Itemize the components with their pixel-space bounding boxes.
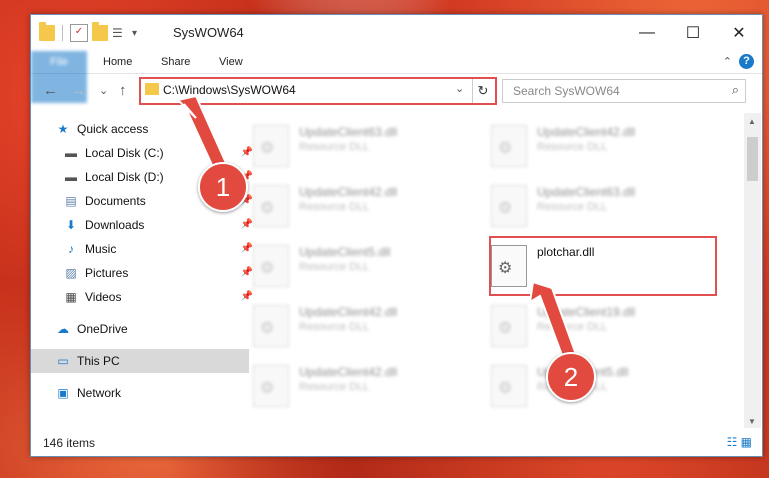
step-badge-1: 1 xyxy=(198,162,248,212)
step-badge-2: 2 xyxy=(546,352,596,402)
annotation-arrows xyxy=(176,94,580,368)
